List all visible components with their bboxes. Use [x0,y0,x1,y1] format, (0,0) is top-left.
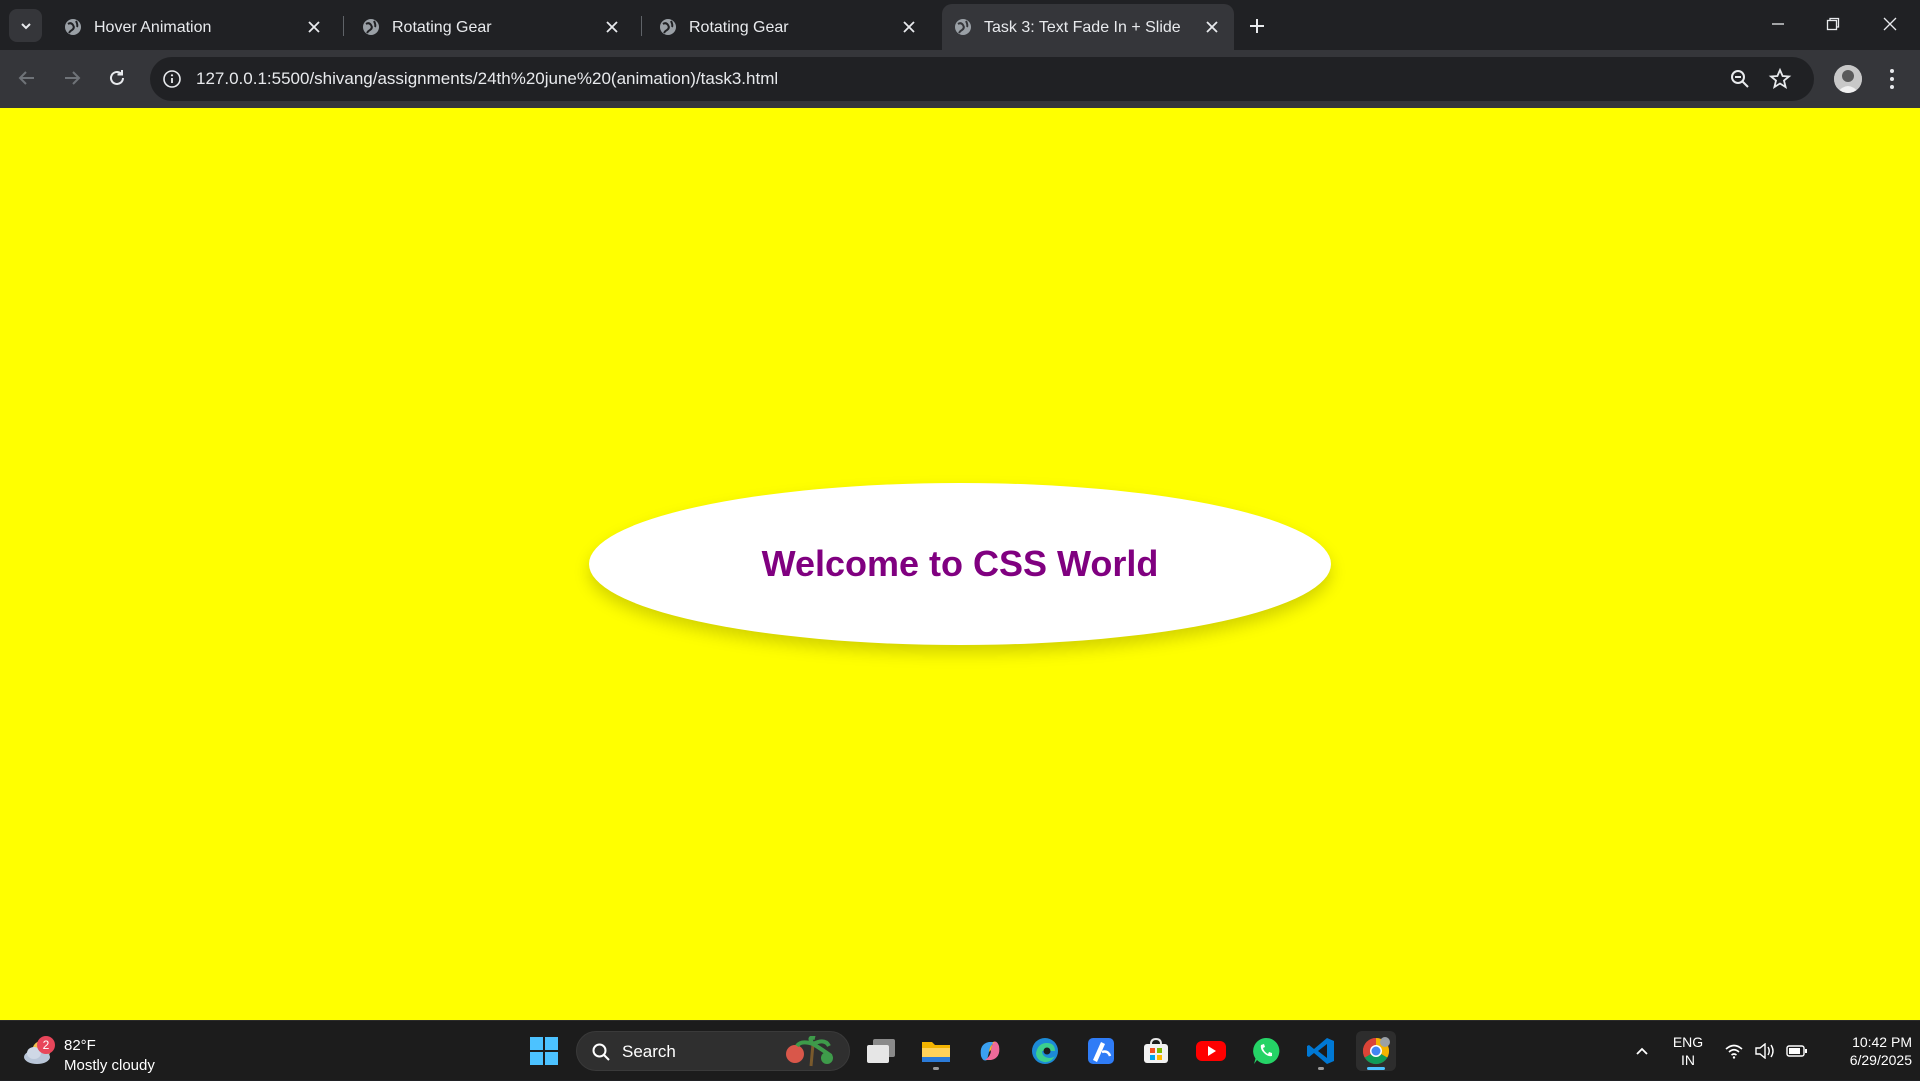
edge-button[interactable] [1025,1031,1065,1071]
close-tab-icon[interactable] [1202,17,1222,37]
chevron-down-icon [20,22,31,29]
close-tab-icon[interactable] [602,17,622,37]
more-vertical-icon [1890,69,1894,89]
search-label: Search [622,1042,676,1061]
avatar-icon [1834,65,1862,93]
url-text[interactable]: 127.0.0.1:5500/shivang/assignments/24th%… [196,69,778,89]
tab-strip: Hover Animation Rotating Gear Rotating G… [0,0,1920,50]
weather-badge: 2 [37,1036,55,1054]
tab-title: Rotating Gear [392,19,492,36]
running-indicator [1318,1067,1324,1070]
tab-title: Hover Animation [94,19,212,36]
whatsapp-button[interactable] [1246,1031,1286,1071]
site-info-icon[interactable] [160,67,184,91]
volume-status[interactable] [1753,1021,1777,1081]
forward-button[interactable] [56,62,88,94]
browser-toolbar: 127.0.0.1:5500/shivang/assignments/24th%… [0,50,1920,108]
chrome-button[interactable] [1356,1031,1396,1071]
arrow-right-icon [65,71,81,85]
globe-icon [660,19,676,35]
tab-separator [343,16,344,36]
plus-icon [1250,19,1264,33]
task-view-button[interactable] [861,1031,901,1071]
wifi-status[interactable] [1722,1021,1746,1081]
reload-icon [110,70,124,85]
tab-hover-animation[interactable]: Hover Animation [52,4,336,50]
battery-status[interactable] [1784,1021,1810,1081]
clock-time: 10:42 PM [1852,1034,1912,1050]
tab-rotating-gear-1[interactable]: Rotating Gear [350,4,634,50]
close-icon [1883,17,1897,31]
profile-avatar[interactable] [1834,65,1862,93]
back-button[interactable] [11,62,43,94]
store-icon [1144,1037,1168,1063]
start-button[interactable] [524,1031,564,1071]
clock-date: 6/29/2025 [1849,1052,1912,1068]
copilot-icon [980,1041,1000,1061]
taskbar-search[interactable]: Search [576,1031,850,1071]
browser-menu-button[interactable] [1880,64,1904,94]
copilot-button[interactable] [970,1031,1010,1071]
sketch-app-button[interactable] [1081,1031,1121,1071]
welcome-ellipse: Welcome to CSS World [589,483,1331,645]
tab-title: Task 3: Text Fade In + Slide [984,19,1181,36]
search-highlight-icon [786,1036,833,1067]
windows-logo-icon [530,1037,558,1065]
search-icon [592,1043,610,1061]
youtube-button[interactable] [1191,1031,1231,1071]
zoom-icon[interactable] [1728,67,1752,91]
arrow-left-icon [18,71,34,85]
restore-icon [1826,17,1840,31]
weather-condition: Mostly cloudy [64,1057,155,1074]
active-indicator [1367,1067,1385,1070]
close-tab-icon[interactable] [899,17,919,37]
close-tab-icon[interactable] [304,17,324,37]
language-indicator[interactable]: ENG IN [1668,1033,1708,1069]
running-indicator [933,1067,939,1070]
bookmark-star-icon[interactable] [1768,67,1792,91]
edge-icon [1032,1038,1058,1064]
globe-icon [65,19,81,35]
pen-app-icon [1088,1038,1114,1064]
folder-icon [922,1042,950,1062]
tab-rotating-gear-2[interactable]: Rotating Gear [647,4,931,50]
tab-separator [641,16,642,36]
task-view-icon [867,1039,895,1063]
address-bar[interactable]: 127.0.0.1:5500/shivang/assignments/24th%… [150,57,1814,101]
web-page: Welcome to CSS World [0,108,1920,1020]
clock[interactable]: 10:42 PM 6/29/2025 [1812,1033,1912,1069]
language-code: ENG [1672,1034,1704,1050]
volume-icon [1755,1043,1774,1059]
chrome-icon [1362,1037,1390,1065]
battery-icon [1786,1045,1807,1057]
language-region: IN [1681,1052,1695,1068]
globe-icon [955,19,971,35]
weather-widget[interactable]: 2 82°F Mostly cloudy [20,1029,180,1074]
restore-button[interactable] [1815,10,1851,38]
taskbar: 2 82°F Mostly cloudy Search ENG IN 10:42… [0,1020,1920,1080]
wifi-icon [1725,1044,1743,1059]
weather-temperature: 82°F [64,1037,96,1054]
chevron-up-icon [1636,1047,1648,1055]
welcome-heading: Welcome to CSS World [761,543,1159,584]
whatsapp-icon [1253,1037,1280,1064]
vscode-button[interactable] [1301,1031,1341,1071]
show-hidden-icons-button[interactable] [1630,1021,1654,1081]
microsoft-store-button[interactable] [1136,1031,1176,1071]
youtube-icon [1196,1041,1226,1061]
minimize-icon [1772,23,1784,25]
tab-title: Rotating Gear [689,19,789,36]
vscode-icon [1307,1038,1334,1064]
new-tab-button[interactable] [1243,12,1271,40]
file-explorer-button[interactable] [916,1031,956,1071]
reload-button[interactable] [101,62,133,94]
tab-task3-active[interactable]: Task 3: Text Fade In + Slide [942,4,1234,50]
globe-icon [363,19,379,35]
minimize-button[interactable] [1760,10,1796,38]
tab-search-button[interactable] [9,9,42,42]
close-window-button[interactable] [1872,10,1908,38]
